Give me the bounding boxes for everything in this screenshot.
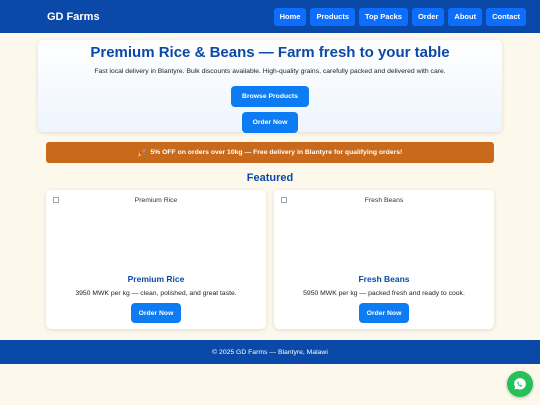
promo-banner: 🎉 5% OFF on orders over 10kg — Free deli…	[46, 142, 494, 163]
product-image-beans: Fresh Beans	[280, 196, 488, 268]
product-name: Fresh Beans	[358, 274, 410, 284]
product-card-rice: Premium Rice Premium Rice 3950 MWK per k…	[46, 190, 266, 329]
nav-home[interactable]: Home	[273, 7, 307, 26]
nav-contact[interactable]: Contact	[486, 7, 526, 26]
nav-order[interactable]: Order	[411, 7, 445, 26]
featured-heading: Featured	[246, 172, 294, 184]
hero-section: Premium Rice & Beans — Farm fresh to you…	[38, 40, 502, 133]
nav-about[interactable]: About	[448, 7, 483, 26]
whatsapp-chat-button[interactable]	[507, 371, 533, 397]
order-rice-button[interactable]: Order Now	[131, 303, 181, 323]
hero-subtitle: Fast local delivery in Blantyre. Bulk di…	[94, 68, 446, 75]
product-image-rice: Premium Rice	[52, 196, 260, 268]
footer-text: © 2025 GD Farms — Blantyre, Malawi	[212, 348, 328, 356]
site-footer: © 2025 GD Farms — Blantyre, Malawi	[0, 340, 540, 364]
image-alt-text: Premium Rice	[134, 197, 178, 204]
whatsapp-icon	[514, 378, 526, 390]
product-description: 5950 MWK per kg — packed fresh and ready…	[303, 290, 465, 297]
site-header: GD Farms Home Products Top Packs Order A…	[0, 0, 540, 33]
product-name: Premium Rice	[127, 274, 185, 284]
order-beans-button[interactable]: Order Now	[359, 303, 409, 323]
product-card-beans: Fresh Beans Fresh Beans 5950 MWK per kg …	[274, 190, 494, 329]
image-alt-text: Fresh Beans	[364, 197, 404, 204]
hero-order-now-button[interactable]: Order Now	[242, 112, 298, 133]
brand-logo[interactable]: GD Farms	[47, 11, 100, 23]
main-nav: Home Products Top Packs Order About Cont…	[273, 7, 526, 26]
promo-text: 5% OFF on orders over 10kg — Free delive…	[150, 149, 403, 156]
nav-top-packs[interactable]: Top Packs	[359, 7, 408, 26]
product-description: 3950 MWK per kg — clean, polished, and g…	[75, 290, 237, 297]
nav-products[interactable]: Products	[310, 7, 355, 26]
browse-products-button[interactable]: Browse Products	[231, 86, 309, 107]
party-popper-icon: 🎉	[137, 149, 147, 157]
hero-title: Premium Rice & Beans — Farm fresh to you…	[90, 44, 450, 61]
